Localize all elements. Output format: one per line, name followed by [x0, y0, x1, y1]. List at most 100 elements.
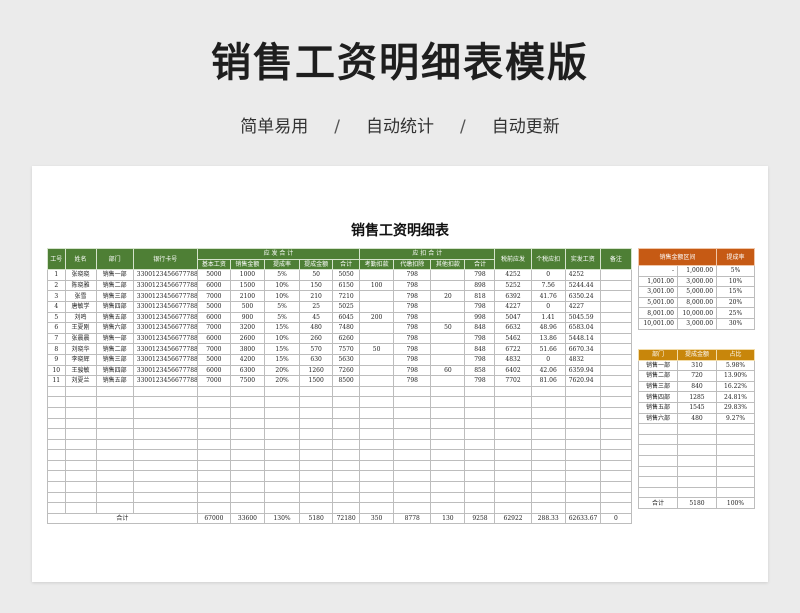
- table-cell[interactable]: 51.66: [530, 343, 566, 355]
- table-cell[interactable]: 6402: [494, 364, 532, 377]
- table-cell[interactable]: [332, 438, 361, 451]
- table-cell[interactable]: 67000: [196, 512, 231, 525]
- table-cell[interactable]: [196, 406, 231, 419]
- table-cell[interactable]: [196, 470, 231, 483]
- table-cell[interactable]: [332, 459, 361, 472]
- table-cell[interactable]: [95, 438, 134, 451]
- table-cell[interactable]: [64, 406, 97, 419]
- table-cell[interactable]: [132, 417, 198, 430]
- table-cell[interactable]: 5630: [332, 353, 361, 366]
- table-cell[interactable]: [47, 417, 66, 430]
- table-cell[interactable]: [332, 502, 361, 514]
- table-cell[interactable]: [599, 459, 633, 472]
- table-cell[interactable]: [359, 449, 395, 461]
- table-cell[interactable]: [494, 428, 532, 440]
- table-cell[interactable]: [494, 438, 532, 451]
- table-cell[interactable]: 3300123456677788: [132, 353, 198, 366]
- table-cell[interactable]: [359, 502, 395, 514]
- table-cell[interactable]: 陈晓雅: [64, 279, 97, 292]
- table-cell[interactable]: [299, 417, 334, 430]
- table-cell[interactable]: 5,000.00: [676, 286, 718, 298]
- table-cell[interactable]: 销售二部: [638, 370, 678, 382]
- table-cell[interactable]: 7620.94: [564, 375, 601, 387]
- table-cell[interactable]: [299, 438, 334, 451]
- table-cell[interactable]: [132, 438, 198, 451]
- table-cell[interactable]: 25: [299, 300, 334, 313]
- table-cell[interactable]: 销售六部: [638, 412, 678, 425]
- table-cell[interactable]: [47, 502, 66, 514]
- table-cell[interactable]: [196, 428, 231, 440]
- table-cell[interactable]: 210: [299, 290, 334, 302]
- table-cell[interactable]: [530, 406, 566, 419]
- table-cell[interactable]: [430, 491, 466, 504]
- table-cell[interactable]: [564, 491, 601, 504]
- table-cell[interactable]: [263, 385, 301, 398]
- table-cell[interactable]: [716, 444, 755, 456]
- table-cell[interactable]: 5%: [263, 300, 301, 313]
- table-cell[interactable]: 798: [464, 300, 496, 313]
- table-cell[interactable]: [599, 364, 633, 377]
- table-cell[interactable]: 销售一部: [638, 359, 678, 372]
- table-cell[interactable]: [393, 470, 432, 483]
- table-cell[interactable]: [64, 470, 97, 483]
- table-cell[interactable]: 10%: [263, 290, 301, 302]
- table-cell[interactable]: [47, 470, 66, 483]
- table-cell[interactable]: 5000: [196, 353, 231, 366]
- table-cell[interactable]: 销售五部: [638, 401, 678, 414]
- table-cell[interactable]: [47, 481, 66, 493]
- table-cell[interactable]: 898: [464, 279, 496, 292]
- table-cell[interactable]: [359, 375, 395, 387]
- table-cell[interactable]: [393, 396, 432, 408]
- table-cell[interactable]: [64, 459, 97, 472]
- table-cell[interactable]: 5047: [494, 311, 532, 324]
- table-cell[interactable]: 4832: [494, 353, 532, 366]
- table-cell[interactable]: [132, 406, 198, 419]
- table-cell[interactable]: [359, 491, 395, 504]
- table-cell[interactable]: 798: [393, 322, 432, 334]
- table-cell[interactable]: [599, 396, 633, 408]
- table-cell[interactable]: 3800: [229, 343, 265, 355]
- table-cell[interactable]: [564, 481, 601, 493]
- table-cell[interactable]: 王夏刚: [64, 322, 97, 334]
- table-cell[interactable]: [47, 406, 66, 419]
- table-cell[interactable]: [564, 385, 601, 398]
- table-cell[interactable]: [599, 343, 633, 355]
- table-cell[interactable]: [263, 438, 301, 451]
- table-cell[interactable]: 818: [464, 290, 496, 302]
- table-cell[interactable]: 销售一部: [95, 332, 134, 345]
- table-cell[interactable]: 150: [299, 279, 334, 292]
- table-cell[interactable]: 7000: [196, 322, 231, 334]
- table-cell[interactable]: 10%: [263, 279, 301, 292]
- table-cell[interactable]: 288.33: [530, 512, 566, 525]
- table-cell[interactable]: 4: [47, 300, 66, 313]
- table-cell[interactable]: [599, 353, 633, 366]
- table-cell[interactable]: [464, 459, 496, 472]
- table-cell[interactable]: [359, 353, 395, 366]
- table-cell[interactable]: 5045.59: [564, 311, 601, 324]
- table-cell[interactable]: 销售一部: [95, 269, 134, 281]
- table-cell[interactable]: [716, 476, 755, 488]
- table-cell[interactable]: [430, 385, 466, 398]
- table-cell[interactable]: 6000: [196, 311, 231, 324]
- table-cell[interactable]: [564, 438, 601, 451]
- table-cell[interactable]: 15%: [716, 286, 756, 298]
- table-cell[interactable]: [359, 322, 395, 334]
- table-cell[interactable]: 1000: [229, 269, 265, 281]
- table-cell[interactable]: 1500: [299, 375, 334, 387]
- table-cell[interactable]: [494, 481, 532, 493]
- table-cell[interactable]: [677, 454, 717, 467]
- table-cell[interactable]: [430, 279, 466, 292]
- table-cell[interactable]: [64, 481, 97, 493]
- table-cell[interactable]: [196, 449, 231, 461]
- table-cell[interactable]: 3300123456677788: [132, 290, 198, 302]
- table-cell[interactable]: [638, 465, 678, 478]
- table-cell[interactable]: [599, 449, 633, 461]
- table-cell[interactable]: 848: [464, 322, 496, 334]
- table-cell[interactable]: [530, 385, 566, 398]
- table-cell[interactable]: [359, 428, 395, 440]
- table-cell[interactable]: [263, 470, 301, 483]
- table-cell[interactable]: [638, 476, 678, 488]
- table-cell[interactable]: 10%: [716, 275, 756, 288]
- table-cell[interactable]: [95, 385, 134, 398]
- table-cell[interactable]: [430, 353, 466, 366]
